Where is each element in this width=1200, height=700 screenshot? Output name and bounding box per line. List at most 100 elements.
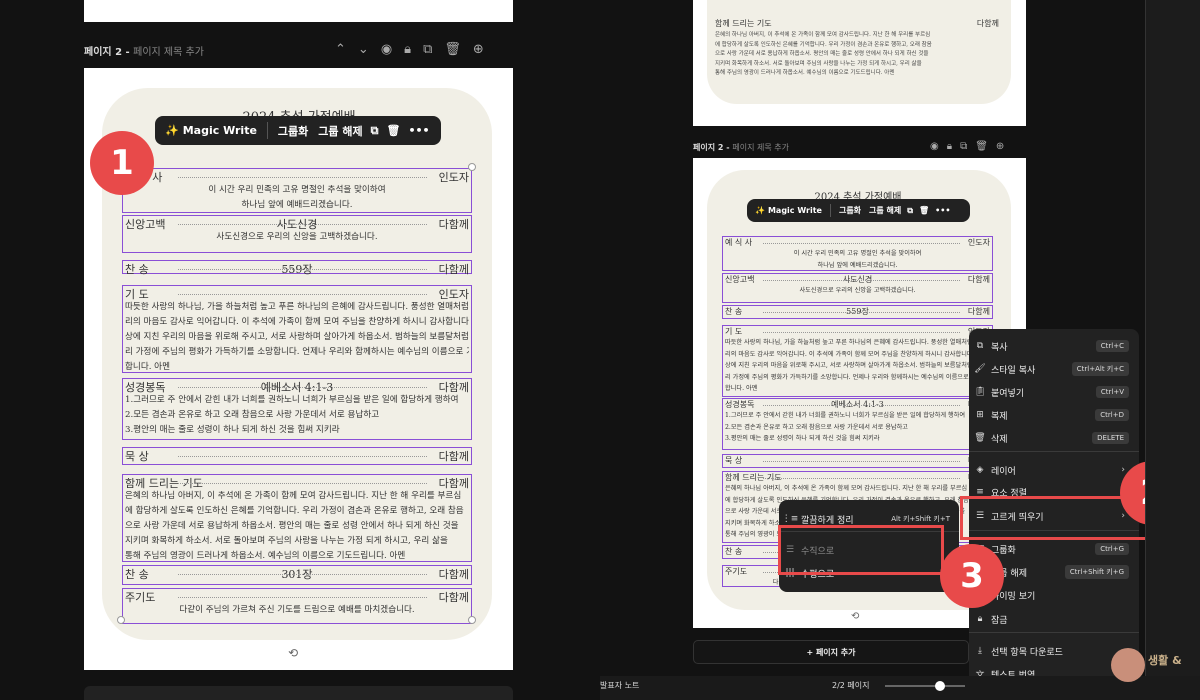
- layers-icon: ◈: [976, 465, 984, 475]
- body-line: 다같이 주님의 가르쳐 주신 기도를 드림으로 예배를 마치겠습니다.: [179, 605, 415, 615]
- duplicate-icon[interactable]: ⧉: [371, 124, 379, 138]
- worship-row[interactable]: 묵 상다함께: [122, 447, 472, 465]
- row-right-label: 다함께: [438, 568, 469, 581]
- worship-row[interactable]: 찬 송301장다함께: [122, 565, 472, 585]
- watermark-text: 생활 &: [1148, 654, 1182, 667]
- group-button[interactable]: 그룹화: [839, 205, 861, 216]
- body-line: 합니다. 아멘: [125, 362, 170, 372]
- selection-handle[interactable]: [468, 616, 476, 624]
- worship-row[interactable]: 찬 송 559장 다함께: [722, 305, 993, 319]
- worship-row[interactable]: 신앙고백 사도신경 다함께 사도신경으로 우리의 신앙을 고백하겠습니다.: [122, 215, 472, 253]
- context-menu-item[interactable]: 🗑︎ 삭제 DELETE: [969, 427, 1139, 449]
- ungroup-button[interactable]: 그룹 해제: [318, 123, 362, 139]
- context-menu-item[interactable]: ◈ 레이어 ›: [969, 459, 1139, 481]
- add-page-bar[interactable]: [84, 686, 513, 700]
- row-body-text: 1.그러므로 주 안에서 갇힌 내가 너희를 권하노니 너희가 부르심을 받은 …: [725, 410, 990, 445]
- body-line: 1.그러므로 주 안에서 갇힌 내가 너희를 권하노니 너희가 부르심을 받은 …: [125, 395, 459, 405]
- add-page-button[interactable]: + 페이지 추가: [693, 640, 969, 664]
- worship-row[interactable]: 기 도인도자따듯한 사랑의 하나님, 가을 하늘처럼 높고 푸른 하나님의 은혜…: [122, 285, 472, 373]
- trash-icon[interactable]: 🗑︎: [919, 206, 929, 215]
- context-menu-item[interactable]: 📋︎ 붙여넣기 Ctrl+V: [969, 381, 1139, 403]
- dotted-leader: [178, 455, 427, 457]
- tidy-icon: ⋮≡: [781, 514, 799, 524]
- worship-row[interactable]: 찬 송 559장 다함께: [122, 260, 472, 276]
- floating-toolbar: ✨ Magic Write 그룹화 그룹 해제 ⧉ 🗑︎ •••: [155, 116, 441, 145]
- body-line: 사도신경으로 우리의 신앙을 고백하겠습니다.: [216, 232, 378, 242]
- menu-item-label: 복제: [991, 411, 1008, 422]
- lock-icon: 🔒︎: [977, 614, 983, 624]
- body-line: 이 시간 우리 민족의 고유 명절인 추석을 맞이하여: [208, 185, 386, 195]
- row-body-text: 1.그러므로 주 안에서 갇힌 내가 너희를 권하노니 너희가 부르심을 받은 …: [125, 393, 469, 438]
- footer-bar: 발표자 노트 2/2 페이지: [600, 676, 1200, 700]
- row-body-text: 이 시간 우리 민족의 고유 명절인 추석을 맞이하여 하나님 앞에 예배드리겠습…: [125, 183, 469, 213]
- worship-row[interactable]: 함께 드리는 기도다함께은혜의 하나님 아버지, 이 추석에 온 가족이 함께 …: [122, 474, 472, 562]
- dotted-leader: [763, 242, 960, 244]
- presenter-notes-button[interactable]: 발표자 노트: [600, 680, 639, 691]
- menu-item-label: 레이어: [991, 466, 1016, 477]
- highlight-box-3: [778, 525, 944, 575]
- zoom-slider-thumb[interactable]: [935, 681, 945, 691]
- context-menu-item[interactable]: 🖌︎ 스타일 복사 Ctrl+Alt 키+C: [969, 358, 1139, 380]
- body-line: 2.모든 겸손과 온유로 하고 오래 참음으로 사랑 가운데서 서로 용납하고: [125, 410, 380, 420]
- row-body-text: 따듯한 사랑의 하나님, 가을 하늘처럼 높고 푸른 하나님의 은혜에 감사드립…: [725, 337, 990, 395]
- group-button[interactable]: 그룹화: [278, 123, 308, 139]
- selection-handle[interactable]: [468, 163, 476, 171]
- row-body-text: 은혜의 하나님 아버지, 이 추석에 온 가족이 함께 모여 감사드립니다. 지…: [125, 489, 469, 564]
- body-line: 에 합당하게 살도록 인도하신 은혜를 기억합니다. 우리 가정이 겸손과 온유…: [125, 506, 464, 516]
- worship-row[interactable]: 기 도인도자따듯한 사랑의 하나님, 가을 하늘처럼 높고 푸른 하나님의 은혜…: [722, 325, 993, 397]
- body-line: 사도신경으로 우리의 신앙을 고백하겠습니다.: [799, 287, 916, 294]
- more-options-icon[interactable]: •••: [935, 206, 950, 215]
- worship-row[interactable]: 성경봉독예베소서 4:1-3다함께1.그러므로 주 안에서 갇힌 내가 너희를 …: [122, 378, 472, 440]
- trash-icon[interactable]: 🗑︎: [386, 124, 400, 137]
- dotted-leader: [763, 404, 960, 406]
- body-line: 상에 지친 우리의 마음을 위로해 주시고, 서로 사랑하며 살아가게 하옵소서…: [125, 332, 469, 342]
- context-menu-item[interactable]: 🔒︎ 잠금: [969, 608, 1139, 630]
- row-right-label: 다함께: [967, 275, 990, 284]
- body-line: 상에 지친 우리의 마음을 위로해 주시고, 서로 사랑하며 살아가게 하옵소서…: [725, 362, 981, 370]
- worship-row[interactable]: 묵 상다함께: [722, 454, 993, 468]
- body-line: 지키며 화목하게 하소서. 서로 돌아보며 주님의 사랑을 나누는 가정 되게 …: [125, 536, 448, 546]
- context-menu-item[interactable]: ⧉ 복사 Ctrl+C: [969, 335, 1139, 357]
- zoom-slider[interactable]: [885, 681, 965, 691]
- avatar: [1111, 648, 1145, 682]
- row-right-label: 다함께: [438, 450, 469, 463]
- row-right-label: 다함께: [438, 263, 469, 276]
- dotted-leader: [178, 223, 427, 225]
- magic-write-button[interactable]: Magic Write: [183, 124, 257, 137]
- body-line: 하나님 앞에 예배드리겠습니다.: [817, 261, 898, 269]
- more-options-icon[interactable]: •••: [408, 124, 429, 137]
- worship-row[interactable]: 예 식 사인도자이 시간 우리 민족의 고유 명절인 추석을 맞이하여하나님 앞…: [122, 168, 472, 213]
- context-menu-item[interactable]: ⊞ 복제 Ctrl+D: [969, 404, 1139, 426]
- magic-write-icon[interactable]: ✨: [165, 124, 179, 137]
- dotted-leader: [178, 268, 427, 270]
- worship-row[interactable]: 성경봉독예베소서 4:1-3다함께1.그러므로 주 안에서 갇힌 내가 너희를 …: [722, 398, 993, 450]
- paint-roller-icon: 🖌︎: [974, 364, 986, 374]
- magic-write-icon[interactable]: ✨: [755, 206, 765, 215]
- row-body-text: 이 시간 우리 민족의 고유 명절인 추석을 맞이하여 하나님 앞에 예배드리겠습…: [725, 248, 990, 271]
- rotate-icon[interactable]: ⟲: [851, 611, 859, 622]
- dotted-leader: [763, 460, 960, 462]
- ungroup-button[interactable]: 그룹 해제: [869, 205, 901, 216]
- page-counter: 2/2 페이지: [832, 681, 870, 690]
- divider: [829, 203, 831, 218]
- magic-write-button[interactable]: Magic Write: [768, 206, 822, 215]
- rotate-icon[interactable]: ⟲: [288, 646, 298, 660]
- duplicate-icon[interactable]: ⧉: [907, 206, 913, 216]
- selection-handle[interactable]: [117, 616, 125, 624]
- submenu-item-label: 깔끔하게 정리: [801, 515, 854, 526]
- right-side-panel: [1145, 0, 1200, 676]
- left-rows: 예 식 사인도자이 시간 우리 민족의 고유 명절인 추석을 맞이하여하나님 앞…: [0, 0, 600, 700]
- worship-row[interactable]: 예 식 사인도자이 시간 우리 민족의 고유 명절인 추석을 맞이하여하나님 앞…: [722, 236, 993, 271]
- duplicate-icon: ⊞: [976, 410, 984, 420]
- body-line: 3.평안의 매는 줄로 성령이 하나 되게 하신 것을 힘써 지키라: [125, 425, 340, 435]
- worship-row[interactable]: 주기도다함께다같이 주님의 가르쳐 주신 기도를 드림으로 예배를 마치겠습니다…: [122, 588, 472, 624]
- row-left-label: 기 도: [725, 327, 743, 336]
- dotted-leader: [178, 596, 427, 598]
- submenu-shortcut: Alt 키+Shift 키+T: [891, 515, 950, 523]
- body-line: 따듯한 사랑의 하나님, 가을 하늘처럼 높고 푸른 하나님의 은혜에 감사드립…: [725, 339, 981, 346]
- body-line: 리의 마음도 감사로 익어갑니다. 이 추석에 가족이 함께 모여 주님을 찬양…: [725, 350, 983, 358]
- row-left-label: 주기도: [725, 567, 748, 576]
- worship-row[interactable]: 신앙고백 사도신경 다함께 사도신경으로 우리의 신앙을 고백하겠습니다.: [722, 273, 993, 303]
- trash-icon: 🗑︎: [974, 433, 986, 443]
- dotted-leader: [763, 279, 960, 281]
